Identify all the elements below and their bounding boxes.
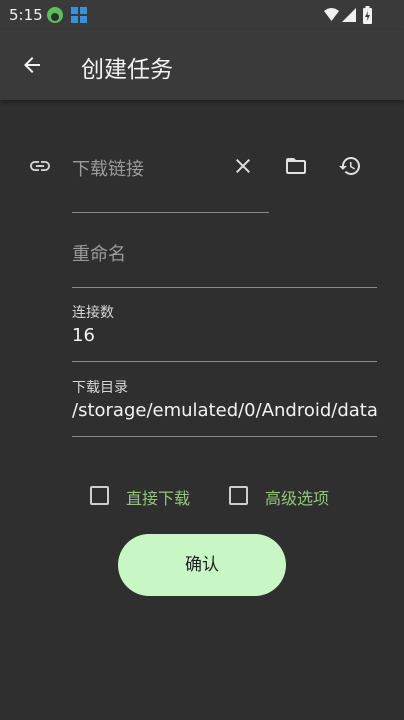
confirm-button[interactable]: 确认 (118, 534, 286, 596)
connections-label: 连接数 (72, 305, 114, 321)
connections-underline (72, 361, 377, 362)
wifi-icon (324, 8, 339, 21)
clear-icon[interactable] (231, 154, 255, 178)
status-time: 5:15 (9, 6, 43, 24)
folder-icon[interactable] (284, 154, 308, 178)
grid-notification-icon (71, 7, 87, 23)
download-dir-underline (72, 436, 377, 437)
download-link-underline (72, 212, 269, 213)
advanced-options-checkbox[interactable] (229, 486, 248, 505)
rename-underline (72, 287, 377, 288)
connections-input[interactable]: 16 (72, 325, 95, 346)
direct-download-label[interactable]: 直接下载 (126, 485, 190, 509)
download-link-input[interactable]: 下载链接 (72, 155, 144, 181)
signal-icon (342, 8, 356, 22)
status-bar: 5:15 (0, 0, 404, 30)
advanced-options-label[interactable]: 高级选项 (265, 485, 329, 509)
link-icon (30, 161, 50, 171)
back-arrow-icon[interactable] (20, 53, 44, 77)
direct-download-checkbox[interactable] (90, 486, 109, 505)
app-notification-icon (47, 7, 63, 23)
battery-icon (363, 6, 372, 24)
app-bar: 创建任务 (0, 30, 404, 100)
page-title: 创建任务 (81, 57, 173, 83)
history-icon[interactable] (338, 154, 362, 178)
download-dir-input[interactable]: /storage/emulated/0/Android/data/ (72, 400, 378, 421)
rename-input[interactable]: 重命名 (72, 240, 126, 266)
download-dir-label: 下载目录 (72, 380, 128, 396)
